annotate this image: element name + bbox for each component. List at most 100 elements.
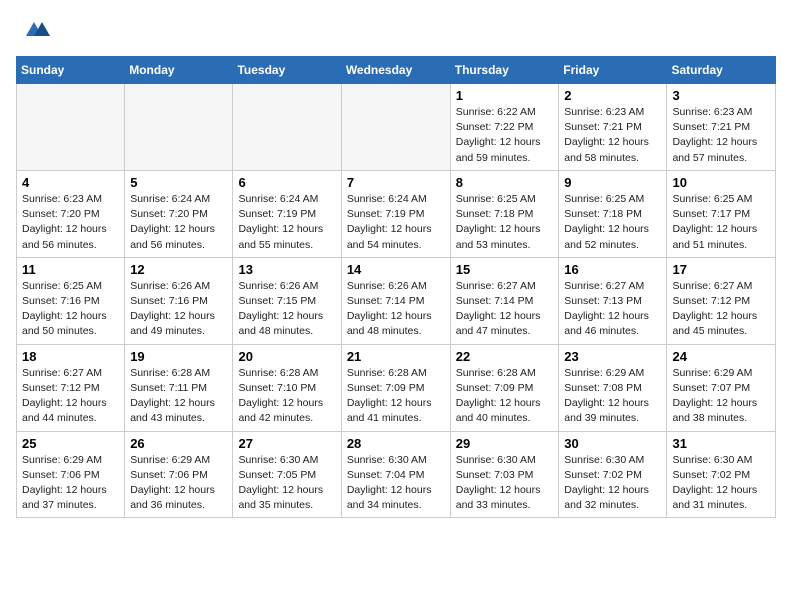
calendar-day-cell: 5 Sunrise: 6:24 AMSunset: 7:20 PMDaylight… (125, 170, 233, 257)
calendar-day-cell: 16 Sunrise: 6:27 AMSunset: 7:13 PMDayligh… (559, 257, 667, 344)
calendar-day-cell: 14 Sunrise: 6:26 AMSunset: 7:14 PMDayligh… (341, 257, 450, 344)
calendar-day-cell: 21 Sunrise: 6:28 AMSunset: 7:09 PMDayligh… (341, 344, 450, 431)
calendar-day-cell (125, 84, 233, 171)
calendar-day-cell: 3Sunrise: 6:23 AMSunset: 7:21 PMDaylight… (667, 84, 776, 171)
day-info: Sunrise: 6:29 AMSunset: 7:06 PMDaylight:… (130, 453, 227, 514)
calendar-day-cell: 29Sunrise: 6:30 AMSunset: 7:03 PMDayligh… (450, 431, 559, 518)
day-number: 28 (347, 436, 445, 451)
calendar-day-cell: 23 Sunrise: 6:29 AMSunset: 7:08 PMDayligh… (559, 344, 667, 431)
day-number: 21 (347, 349, 445, 364)
calendar-day-cell: 26 Sunrise: 6:29 AMSunset: 7:06 PMDayligh… (125, 431, 233, 518)
weekday-header-saturday: Saturday (667, 57, 776, 84)
day-number: 4 (22, 175, 119, 190)
day-info: Sunrise: 6:24 AMSunset: 7:19 PMDaylight:… (347, 192, 445, 253)
page-header (16, 16, 776, 44)
day-info: Sunrise: 6:29 AMSunset: 7:08 PMDaylight:… (564, 366, 661, 427)
day-info: Sunrise: 6:22 AMSunset: 7:22 PMDaylight:… (456, 105, 554, 166)
day-number: 26 (130, 436, 227, 451)
calendar-day-cell: 20 Sunrise: 6:28 AMSunset: 7:10 PMDayligh… (233, 344, 341, 431)
day-number: 15 (456, 262, 554, 277)
day-info: Sunrise: 6:24 AMSunset: 7:20 PMDaylight:… (130, 192, 227, 253)
calendar-day-cell: 9 Sunrise: 6:25 AMSunset: 7:18 PMDaylight… (559, 170, 667, 257)
calendar-day-cell: 8 Sunrise: 6:25 AMSunset: 7:18 PMDaylight… (450, 170, 559, 257)
calendar-day-cell: 24 Sunrise: 6:29 AMSunset: 7:07 PMDayligh… (667, 344, 776, 431)
day-number: 12 (130, 262, 227, 277)
weekday-header-tuesday: Tuesday (233, 57, 341, 84)
day-info: Sunrise: 6:30 AMSunset: 7:02 PMDaylight:… (672, 453, 770, 514)
weekday-header-friday: Friday (559, 57, 667, 84)
day-info: Sunrise: 6:27 AMSunset: 7:13 PMDaylight:… (564, 279, 661, 340)
day-info: Sunrise: 6:29 AMSunset: 7:06 PMDaylight:… (22, 453, 119, 514)
day-info: Sunrise: 6:24 AMSunset: 7:19 PMDaylight:… (238, 192, 335, 253)
calendar-day-cell: 10 Sunrise: 6:25 AMSunset: 7:17 PMDayligh… (667, 170, 776, 257)
day-number: 5 (130, 175, 227, 190)
day-number: 29 (456, 436, 554, 451)
calendar-day-cell (341, 84, 450, 171)
day-info: Sunrise: 6:29 AMSunset: 7:07 PMDaylight:… (672, 366, 770, 427)
day-number: 17 (672, 262, 770, 277)
calendar-day-cell: 2 Sunrise: 6:23 AMSunset: 7:21 PMDaylight… (559, 84, 667, 171)
day-number: 30 (564, 436, 661, 451)
day-number: 27 (238, 436, 335, 451)
day-number: 1 (456, 88, 554, 103)
calendar-day-cell: 7 Sunrise: 6:24 AMSunset: 7:19 PMDaylight… (341, 170, 450, 257)
day-number: 22 (456, 349, 554, 364)
day-number: 13 (238, 262, 335, 277)
calendar-day-cell: 30 Sunrise: 6:30 AMSunset: 7:02 PMDayligh… (559, 431, 667, 518)
weekday-header-monday: Monday (125, 57, 233, 84)
calendar-table: SundayMondayTuesdayWednesdayThursdayFrid… (16, 56, 776, 518)
day-number: 16 (564, 262, 661, 277)
day-info: Sunrise: 6:28 AMSunset: 7:10 PMDaylight:… (238, 366, 335, 427)
day-info: Sunrise: 6:26 AMSunset: 7:15 PMDaylight:… (238, 279, 335, 340)
day-info: Sunrise: 6:26 AMSunset: 7:16 PMDaylight:… (130, 279, 227, 340)
day-info: Sunrise: 6:27 AMSunset: 7:14 PMDaylight:… (456, 279, 554, 340)
calendar-day-cell: 22 Sunrise: 6:28 AMSunset: 7:09 PMDayligh… (450, 344, 559, 431)
calendar-day-cell: 18 Sunrise: 6:27 AMSunset: 7:12 PMDayligh… (17, 344, 125, 431)
calendar-day-cell (17, 84, 125, 171)
calendar-week-4: 18 Sunrise: 6:27 AMSunset: 7:12 PMDayligh… (17, 344, 776, 431)
day-number: 9 (564, 175, 661, 190)
day-number: 18 (22, 349, 119, 364)
day-info: Sunrise: 6:25 AMSunset: 7:18 PMDaylight:… (456, 192, 554, 253)
day-info: Sunrise: 6:30 AMSunset: 7:05 PMDaylight:… (238, 453, 335, 514)
day-info: Sunrise: 6:25 AMSunset: 7:18 PMDaylight:… (564, 192, 661, 253)
calendar-day-cell: 19Sunrise: 6:28 AMSunset: 7:11 PMDayligh… (125, 344, 233, 431)
day-info: Sunrise: 6:27 AMSunset: 7:12 PMDaylight:… (22, 366, 119, 427)
day-number: 24 (672, 349, 770, 364)
calendar-day-cell (233, 84, 341, 171)
day-number: 10 (672, 175, 770, 190)
day-number: 2 (564, 88, 661, 103)
day-number: 14 (347, 262, 445, 277)
day-number: 20 (238, 349, 335, 364)
day-info: Sunrise: 6:25 AMSunset: 7:16 PMDaylight:… (22, 279, 119, 340)
day-number: 25 (22, 436, 119, 451)
day-number: 31 (672, 436, 770, 451)
calendar-day-cell: 17 Sunrise: 6:27 AMSunset: 7:12 PMDayligh… (667, 257, 776, 344)
day-info: Sunrise: 6:23 AMSunset: 7:21 PMDaylight:… (564, 105, 661, 166)
calendar-day-cell: 31 Sunrise: 6:30 AMSunset: 7:02 PMDayligh… (667, 431, 776, 518)
calendar-day-cell: 12 Sunrise: 6:26 AMSunset: 7:16 PMDayligh… (125, 257, 233, 344)
logo-icon (18, 16, 50, 44)
day-info: Sunrise: 6:30 AMSunset: 7:04 PMDaylight:… (347, 453, 445, 514)
day-number: 7 (347, 175, 445, 190)
calendar-week-2: 4 Sunrise: 6:23 AMSunset: 7:20 PMDaylight… (17, 170, 776, 257)
calendar-week-3: 11Sunrise: 6:25 AMSunset: 7:16 PMDayligh… (17, 257, 776, 344)
day-info: Sunrise: 6:30 AMSunset: 7:02 PMDaylight:… (564, 453, 661, 514)
weekday-header-thursday: Thursday (450, 57, 559, 84)
day-number: 23 (564, 349, 661, 364)
weekday-header-sunday: Sunday (17, 57, 125, 84)
day-info: Sunrise: 6:28 AMSunset: 7:09 PMDaylight:… (347, 366, 445, 427)
day-number: 19 (130, 349, 227, 364)
day-info: Sunrise: 6:28 AMSunset: 7:09 PMDaylight:… (456, 366, 554, 427)
day-info: Sunrise: 6:26 AMSunset: 7:14 PMDaylight:… (347, 279, 445, 340)
day-info: Sunrise: 6:23 AMSunset: 7:20 PMDaylight:… (22, 192, 119, 253)
day-number: 8 (456, 175, 554, 190)
calendar-day-cell: 25 Sunrise: 6:29 AMSunset: 7:06 PMDayligh… (17, 431, 125, 518)
calendar-day-cell: 27 Sunrise: 6:30 AMSunset: 7:05 PMDayligh… (233, 431, 341, 518)
weekday-header-wednesday: Wednesday (341, 57, 450, 84)
calendar-body: 1 Sunrise: 6:22 AMSunset: 7:22 PMDaylight… (17, 84, 776, 518)
day-info: Sunrise: 6:25 AMSunset: 7:17 PMDaylight:… (672, 192, 770, 253)
calendar-day-cell: 6Sunrise: 6:24 AMSunset: 7:19 PMDaylight… (233, 170, 341, 257)
day-number: 3 (672, 88, 770, 103)
day-info: Sunrise: 6:27 AMSunset: 7:12 PMDaylight:… (672, 279, 770, 340)
